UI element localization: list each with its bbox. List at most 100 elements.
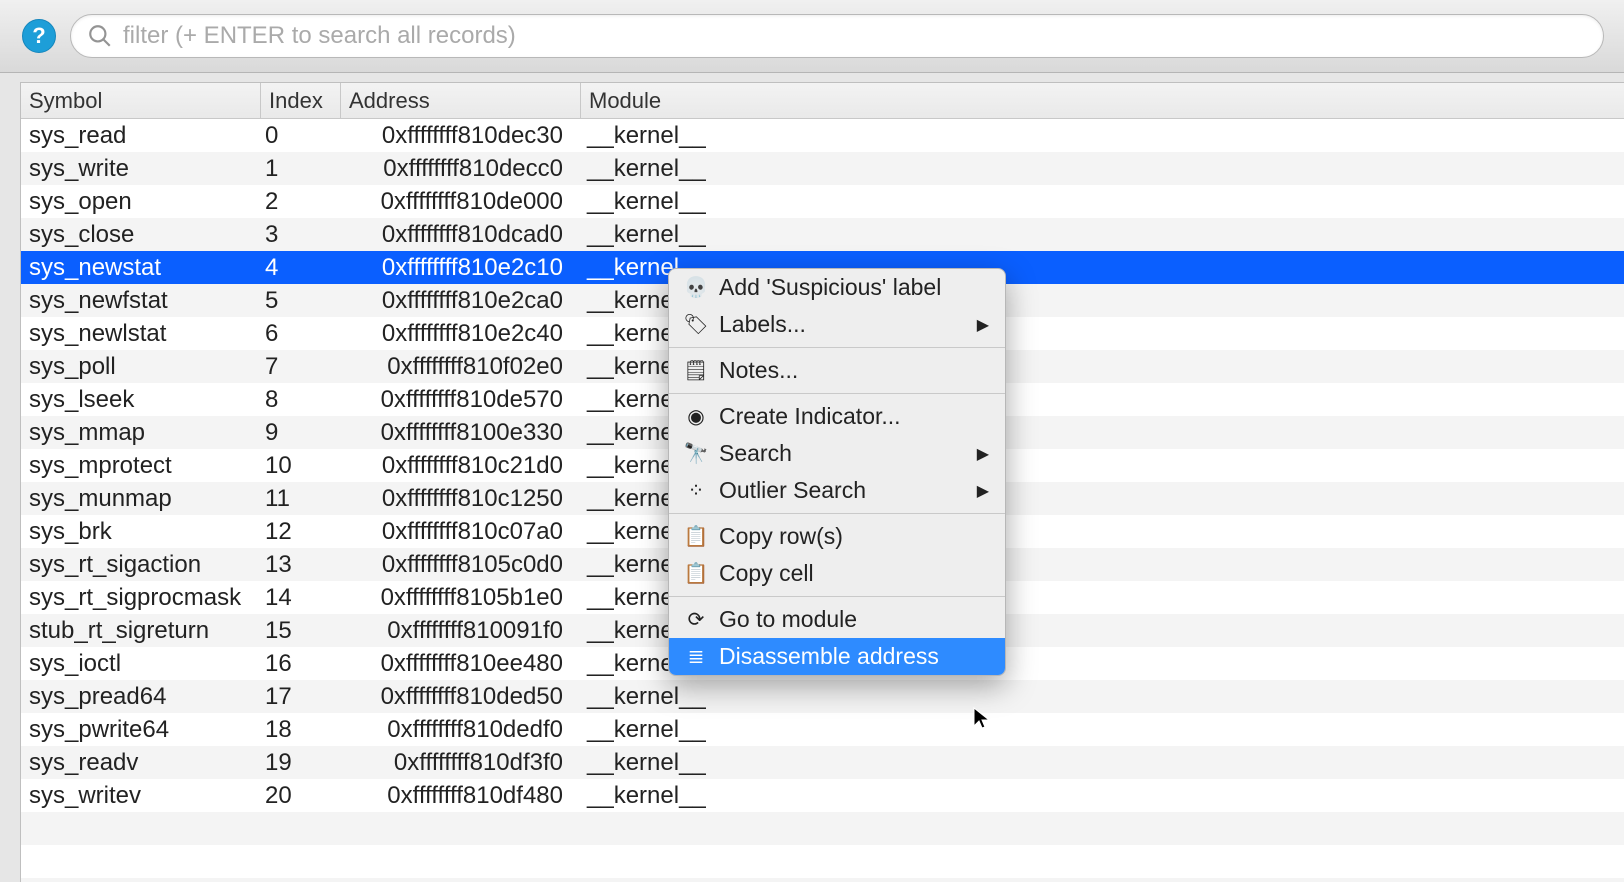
address-cell: 0xffffffff810decc0 [341,155,581,183]
index-cell: 6 [261,320,341,348]
menu-label: Search [719,440,792,467]
module-cell: __kernel__ [581,782,1624,810]
symbol-cell: sys_open [21,188,261,216]
menu-outlier-search[interactable]: ⁘ Outlier Search ▶ [669,472,1005,509]
column-header-address[interactable]: Address [341,83,581,118]
index-cell: 1 [261,155,341,183]
context-menu: 💀 Add 'Suspicious' label 🏷 Labels... ▶ 🗒… [668,268,1006,676]
symbol-cell: sys_ioctl [21,650,261,678]
menu-copy-rows[interactable]: 📋 Copy row(s) [669,518,1005,555]
symbol-cell: sys_rt_sigprocmask [21,584,261,612]
address-cell: 0xffffffff810c21d0 [341,452,581,480]
table-row[interactable]: sys_read00xffffffff810dec30__kernel__ [21,119,1624,152]
menu-separator [669,596,1005,597]
fingerprint-icon: ◉ [683,404,709,430]
module-cell: __kernel__ [581,188,1624,216]
index-cell: 14 [261,584,341,612]
module-cell: __kernel__ [581,221,1624,249]
index-cell: 15 [261,617,341,645]
table-row[interactable] [21,812,1624,845]
index-cell: 13 [261,551,341,579]
menu-label: Add 'Suspicious' label [719,274,941,301]
table-row[interactable]: sys_open20xffffffff810de000__kernel__ [21,185,1624,218]
help-icon: ? [32,23,45,49]
column-header-module[interactable]: Module [581,83,1624,118]
menu-create-indicator[interactable]: ◉ Create Indicator... [669,398,1005,435]
symbol-cell: sys_poll [21,353,261,381]
menu-notes[interactable]: 🗒 Notes... [669,352,1005,389]
column-header-index[interactable]: Index [261,83,341,118]
symbol-cell: sys_pwrite64 [21,716,261,744]
module-cell: __kernel__ [581,122,1624,150]
chevron-right-icon: ▶ [977,444,989,464]
table-row[interactable]: sys_close30xffffffff810dcad0__kernel__ [21,218,1624,251]
menu-label: Copy row(s) [719,523,843,550]
table-row[interactable]: sys_readv190xffffffff810df3f0__kernel__ [21,746,1624,779]
menu-search[interactable]: 🔭 Search ▶ [669,435,1005,472]
table-header: Symbol Index Address Module [21,83,1624,119]
table-row[interactable] [21,845,1624,878]
menu-label: Outlier Search [719,477,866,504]
menu-label: Notes... [719,357,798,384]
symbol-cell: stub_rt_sigreturn [21,617,261,645]
address-cell: 0xffffffff810ded50 [341,683,581,711]
menu-label: Labels... [719,311,806,338]
address-cell: 0xffffffff810de000 [341,188,581,216]
symbol-cell: sys_mprotect [21,452,261,480]
index-cell: 11 [261,485,341,513]
binoculars-icon: 🔭 [683,441,709,467]
help-button[interactable]: ? [22,19,56,53]
table-row[interactable]: sys_pwrite64180xffffffff810dedf0__kernel… [21,713,1624,746]
clipboard-icon: 📋 [683,561,709,587]
symbol-cell: sys_lseek [21,386,261,414]
index-cell: 18 [261,716,341,744]
table-row[interactable]: sys_pread64170xffffffff810ded50__kernel_… [21,680,1624,713]
module-cell: __kernel__ [581,716,1624,744]
table-row[interactable]: sys_write10xffffffff810decc0__kernel__ [21,152,1624,185]
symbol-cell: sys_newlstat [21,320,261,348]
address-cell: 0xffffffff810e2ca0 [341,287,581,315]
address-cell: 0xffffffff810dedf0 [341,716,581,744]
symbol-cell: sys_write [21,155,261,183]
menu-copy-cell[interactable]: 📋 Copy cell [669,555,1005,592]
symbol-cell: sys_mmap [21,419,261,447]
index-cell: 9 [261,419,341,447]
address-cell: 0xffffffff8105b1e0 [341,584,581,612]
note-icon: 🗒 [683,358,709,384]
symbol-cell: sys_pread64 [21,683,261,711]
index-cell: 10 [261,452,341,480]
menu-labels[interactable]: 🏷 Labels... ▶ [669,306,1005,343]
index-cell: 5 [261,287,341,315]
module-icon: ⟳ [683,607,709,633]
address-cell: 0xffffffff8105c0d0 [341,551,581,579]
menu-separator [669,393,1005,394]
menu-separator [669,513,1005,514]
table-row[interactable]: sys_writev200xffffffff810df480__kernel__ [21,779,1624,812]
symbol-cell: sys_munmap [21,485,261,513]
address-cell: 0xffffffff810c1250 [341,485,581,513]
clipboard-icon: 📋 [683,524,709,550]
table-row[interactable] [21,878,1624,882]
symbol-cell: sys_rt_sigaction [21,551,261,579]
toolbar: ? [0,0,1624,73]
symbol-cell: sys_readv [21,749,261,777]
address-cell: 0xffffffff810dec30 [341,122,581,150]
menu-disassemble-address[interactable]: ≣ Disassemble address [669,638,1005,675]
column-header-symbol[interactable]: Symbol [21,83,261,118]
menu-add-suspicious[interactable]: 💀 Add 'Suspicious' label [669,269,1005,306]
address-cell: 0xffffffff810df3f0 [341,749,581,777]
symbol-cell: sys_newstat [21,254,261,282]
index-cell: 7 [261,353,341,381]
index-cell: 12 [261,518,341,546]
menu-label: Disassemble address [719,643,939,670]
address-cell: 0xffffffff810e2c10 [341,254,581,282]
address-cell: 0xffffffff810df480 [341,782,581,810]
address-cell: 0xffffffff810091f0 [341,617,581,645]
search-input[interactable] [123,22,1587,50]
search-field-wrap[interactable] [70,14,1604,58]
index-cell: 19 [261,749,341,777]
index-cell: 17 [261,683,341,711]
menu-go-to-module[interactable]: ⟳ Go to module [669,601,1005,638]
address-cell: 0xffffffff810ee480 [341,650,581,678]
module-cell: __kernel__ [581,155,1624,183]
